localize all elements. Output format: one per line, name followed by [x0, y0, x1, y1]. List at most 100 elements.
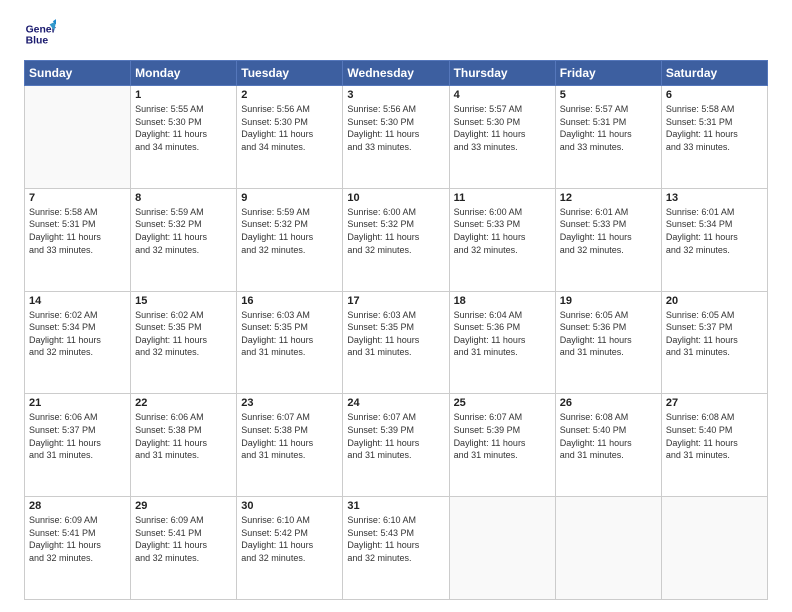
day-info: Sunrise: 6:01 AM Sunset: 5:33 PM Dayligh… [560, 206, 657, 256]
day-info: Sunrise: 5:57 AM Sunset: 5:30 PM Dayligh… [454, 103, 551, 153]
day-info: Sunrise: 6:07 AM Sunset: 5:38 PM Dayligh… [241, 411, 338, 461]
day-info: Sunrise: 5:59 AM Sunset: 5:32 PM Dayligh… [135, 206, 232, 256]
calendar-cell: 9 Sunrise: 5:59 AM Sunset: 5:32 PM Daylig… [237, 188, 343, 291]
calendar-cell: 7 Sunrise: 5:58 AM Sunset: 5:31 PM Daylig… [25, 188, 131, 291]
day-number: 23 [241, 397, 338, 409]
calendar-cell: 14 Sunrise: 6:02 AM Sunset: 5:34 PM Dayli… [25, 291, 131, 394]
calendar-header-row: SundayMondayTuesdayWednesdayThursdayFrid… [25, 61, 768, 86]
day-info: Sunrise: 5:55 AM Sunset: 5:30 PM Dayligh… [135, 103, 232, 153]
calendar-header-tuesday: Tuesday [237, 61, 343, 86]
day-info: Sunrise: 6:07 AM Sunset: 5:39 PM Dayligh… [454, 411, 551, 461]
svg-text:Blue: Blue [26, 36, 49, 47]
day-number: 16 [241, 295, 338, 307]
day-number: 22 [135, 397, 232, 409]
page: General Blue SundayMondayTuesdayWednesda… [0, 0, 792, 612]
calendar-cell: 5Sunrise: 5:57 AM Sunset: 5:31 PM Daylig… [555, 86, 661, 189]
calendar-cell: 11Sunrise: 6:00 AM Sunset: 5:33 PM Dayli… [449, 188, 555, 291]
calendar-cell: 6Sunrise: 5:58 AM Sunset: 5:31 PM Daylig… [661, 86, 767, 189]
day-number: 25 [454, 397, 551, 409]
calendar-cell: 12 Sunrise: 6:01 AM Sunset: 5:33 PM Dayli… [555, 188, 661, 291]
day-info: Sunrise: 6:00 AM Sunset: 5:33 PM Dayligh… [454, 206, 551, 256]
calendar-cell: 21Sunrise: 6:06 AM Sunset: 5:37 PM Dayli… [25, 394, 131, 497]
calendar-header-friday: Friday [555, 61, 661, 86]
calendar-week-row: 7 Sunrise: 5:58 AM Sunset: 5:31 PM Daylig… [25, 188, 768, 291]
day-number: 10 [347, 192, 444, 204]
day-number: 27 [666, 397, 763, 409]
calendar-cell [25, 86, 131, 189]
day-info: Sunrise: 6:09 AM Sunset: 5:41 PM Dayligh… [135, 514, 232, 564]
calendar-header-saturday: Saturday [661, 61, 767, 86]
calendar-cell: 2 Sunrise: 5:56 AM Sunset: 5:30 PM Daylig… [237, 86, 343, 189]
day-info: Sunrise: 6:01 AM Sunset: 5:34 PM Dayligh… [666, 206, 763, 256]
calendar-cell [555, 497, 661, 600]
day-info: Sunrise: 6:05 AM Sunset: 5:37 PM Dayligh… [666, 309, 763, 359]
day-info: Sunrise: 5:56 AM Sunset: 5:30 PM Dayligh… [241, 103, 338, 153]
calendar-week-row: 21Sunrise: 6:06 AM Sunset: 5:37 PM Dayli… [25, 394, 768, 497]
day-info: Sunrise: 5:58 AM Sunset: 5:31 PM Dayligh… [29, 206, 126, 256]
day-number: 3 [347, 89, 444, 101]
day-number: 5 [560, 89, 657, 101]
calendar-cell: 17 Sunrise: 6:03 AM Sunset: 5:35 PM Dayli… [343, 291, 449, 394]
calendar-cell: 29 Sunrise: 6:09 AM Sunset: 5:41 PM Dayli… [131, 497, 237, 600]
day-info: Sunrise: 6:09 AM Sunset: 5:41 PM Dayligh… [29, 514, 126, 564]
calendar-cell: 24 Sunrise: 6:07 AM Sunset: 5:39 PM Dayli… [343, 394, 449, 497]
calendar-cell [449, 497, 555, 600]
calendar-cell: 19Sunrise: 6:05 AM Sunset: 5:36 PM Dayli… [555, 291, 661, 394]
day-number: 6 [666, 89, 763, 101]
calendar-cell: 4 Sunrise: 5:57 AM Sunset: 5:30 PM Daylig… [449, 86, 555, 189]
day-info: Sunrise: 6:08 AM Sunset: 5:40 PM Dayligh… [666, 411, 763, 461]
day-info: Sunrise: 5:59 AM Sunset: 5:32 PM Dayligh… [241, 206, 338, 256]
day-info: Sunrise: 6:00 AM Sunset: 5:32 PM Dayligh… [347, 206, 444, 256]
day-number: 1 [135, 89, 232, 101]
calendar-cell: 26Sunrise: 6:08 AM Sunset: 5:40 PM Dayli… [555, 394, 661, 497]
day-info: Sunrise: 6:07 AM Sunset: 5:39 PM Dayligh… [347, 411, 444, 461]
calendar-header-sunday: Sunday [25, 61, 131, 86]
calendar-cell: 1 Sunrise: 5:55 AM Sunset: 5:30 PM Daylig… [131, 86, 237, 189]
calendar-cell: 23 Sunrise: 6:07 AM Sunset: 5:38 PM Dayli… [237, 394, 343, 497]
calendar-header-wednesday: Wednesday [343, 61, 449, 86]
day-info: Sunrise: 6:02 AM Sunset: 5:34 PM Dayligh… [29, 309, 126, 359]
day-info: Sunrise: 6:10 AM Sunset: 5:43 PM Dayligh… [347, 514, 444, 564]
day-number: 9 [241, 192, 338, 204]
day-number: 7 [29, 192, 126, 204]
day-number: 4 [454, 89, 551, 101]
day-number: 21 [29, 397, 126, 409]
day-number: 30 [241, 500, 338, 512]
day-info: Sunrise: 6:10 AM Sunset: 5:42 PM Dayligh… [241, 514, 338, 564]
calendar-cell: 31 Sunrise: 6:10 AM Sunset: 5:43 PM Dayli… [343, 497, 449, 600]
calendar-cell: 22 Sunrise: 6:06 AM Sunset: 5:38 PM Dayli… [131, 394, 237, 497]
calendar-header-monday: Monday [131, 61, 237, 86]
day-info: Sunrise: 6:06 AM Sunset: 5:38 PM Dayligh… [135, 411, 232, 461]
day-number: 14 [29, 295, 126, 307]
logo-icon: General Blue [24, 18, 56, 50]
calendar-cell: 25 Sunrise: 6:07 AM Sunset: 5:39 PM Dayli… [449, 394, 555, 497]
day-number: 13 [666, 192, 763, 204]
calendar-cell: 8Sunrise: 5:59 AM Sunset: 5:32 PM Daylig… [131, 188, 237, 291]
calendar-cell: 30 Sunrise: 6:10 AM Sunset: 5:42 PM Dayli… [237, 497, 343, 600]
header: General Blue [24, 18, 768, 50]
day-number: 15 [135, 295, 232, 307]
day-number: 12 [560, 192, 657, 204]
day-info: Sunrise: 6:03 AM Sunset: 5:35 PM Dayligh… [347, 309, 444, 359]
day-number: 29 [135, 500, 232, 512]
calendar-week-row: 28 Sunrise: 6:09 AM Sunset: 5:41 PM Dayli… [25, 497, 768, 600]
calendar-cell: 27 Sunrise: 6:08 AM Sunset: 5:40 PM Dayli… [661, 394, 767, 497]
logo: General Blue [24, 18, 60, 50]
calendar-cell: 10 Sunrise: 6:00 AM Sunset: 5:32 PM Dayli… [343, 188, 449, 291]
calendar-cell: 20Sunrise: 6:05 AM Sunset: 5:37 PM Dayli… [661, 291, 767, 394]
calendar-table: SundayMondayTuesdayWednesdayThursdayFrid… [24, 60, 768, 600]
calendar-week-row: 1 Sunrise: 5:55 AM Sunset: 5:30 PM Daylig… [25, 86, 768, 189]
day-number: 24 [347, 397, 444, 409]
day-number: 2 [241, 89, 338, 101]
day-number: 18 [454, 295, 551, 307]
calendar-cell: 3Sunrise: 5:56 AM Sunset: 5:30 PM Daylig… [343, 86, 449, 189]
day-info: Sunrise: 6:03 AM Sunset: 5:35 PM Dayligh… [241, 309, 338, 359]
day-number: 17 [347, 295, 444, 307]
day-number: 31 [347, 500, 444, 512]
calendar-cell: 13 Sunrise: 6:01 AM Sunset: 5:34 PM Dayli… [661, 188, 767, 291]
calendar-week-row: 14 Sunrise: 6:02 AM Sunset: 5:34 PM Dayli… [25, 291, 768, 394]
calendar-cell: 16 Sunrise: 6:03 AM Sunset: 5:35 PM Dayli… [237, 291, 343, 394]
day-number: 28 [29, 500, 126, 512]
day-info: Sunrise: 6:08 AM Sunset: 5:40 PM Dayligh… [560, 411, 657, 461]
calendar-cell: 18Sunrise: 6:04 AM Sunset: 5:36 PM Dayli… [449, 291, 555, 394]
